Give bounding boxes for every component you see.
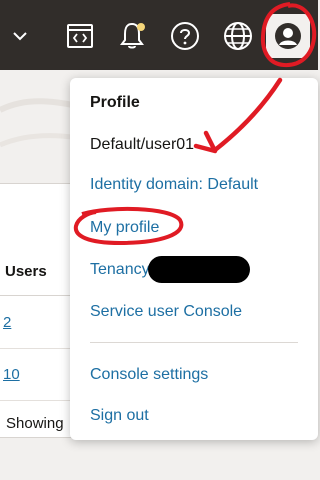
help-icon	[171, 22, 199, 50]
profile-menu-title: Profile	[90, 94, 140, 111]
help-button[interactable]	[167, 18, 203, 54]
user-profile-button[interactable]	[266, 14, 310, 58]
notifications-button[interactable]	[114, 18, 150, 54]
table-row-divider	[0, 348, 80, 349]
table-row-divider	[0, 400, 80, 401]
region-label-fragment: ◐	[0, 24, 2, 48]
pagination-status: Showing	[6, 415, 64, 432]
top-navigation-bar: ◐	[0, 0, 318, 70]
my-profile-link[interactable]: My profile	[90, 219, 159, 237]
tenancy-link[interactable]: Tenancy:	[90, 261, 154, 279]
menu-divider	[90, 342, 298, 343]
redacted-tenancy-name	[148, 256, 250, 283]
chevron-down-icon	[13, 32, 27, 41]
sign-out-link[interactable]: Sign out	[90, 407, 149, 425]
console-settings-link[interactable]: Console settings	[90, 366, 208, 384]
table-cell-user-count-link[interactable]: 10	[3, 366, 20, 383]
code-editor-button[interactable]	[62, 18, 98, 54]
user-profile-icon	[275, 23, 301, 49]
code-editor-icon	[67, 24, 93, 48]
column-header-users: Users	[5, 263, 47, 280]
language-globe-icon	[224, 22, 252, 50]
notifications-bell-icon	[120, 22, 145, 49]
profile-username: Default/user01	[90, 136, 195, 153]
language-button[interactable]	[220, 18, 256, 54]
region-selector[interactable]: ◐	[0, 18, 34, 54]
service-user-console-link[interactable]: Service user Console	[90, 303, 242, 321]
table-cell-user-count-link[interactable]: 2	[3, 314, 11, 331]
identity-domain-link[interactable]: Identity domain: Default	[90, 176, 258, 194]
